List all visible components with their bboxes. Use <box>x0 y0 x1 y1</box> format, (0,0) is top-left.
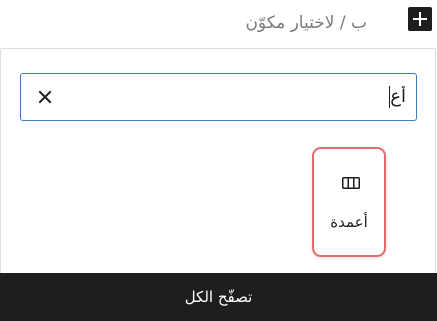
block-hint-text: ب / لاختيار مكوّن <box>245 13 367 33</box>
browse-all-button[interactable]: تصفّح الكل <box>0 273 437 321</box>
block-result-columns[interactable]: أعمدة <box>312 147 386 257</box>
block-result-label: أعمدة <box>330 213 368 231</box>
editor-hint-row: ب / لاختيار مكوّن <box>0 0 437 48</box>
add-block-button[interactable] <box>408 7 432 31</box>
block-search-input[interactable] <box>71 74 406 119</box>
clear-search-button[interactable] <box>33 85 57 109</box>
browse-all-label: تصفّح الكل <box>184 288 253 306</box>
block-search-box <box>20 73 417 121</box>
plus-icon <box>408 7 432 31</box>
close-icon <box>33 85 57 109</box>
block-inserter-screen: ب / لاختيار مكوّن أع أعمدة تصفّح الكل <box>0 0 437 321</box>
columns-icon <box>339 171 363 195</box>
text-caret <box>389 86 390 108</box>
